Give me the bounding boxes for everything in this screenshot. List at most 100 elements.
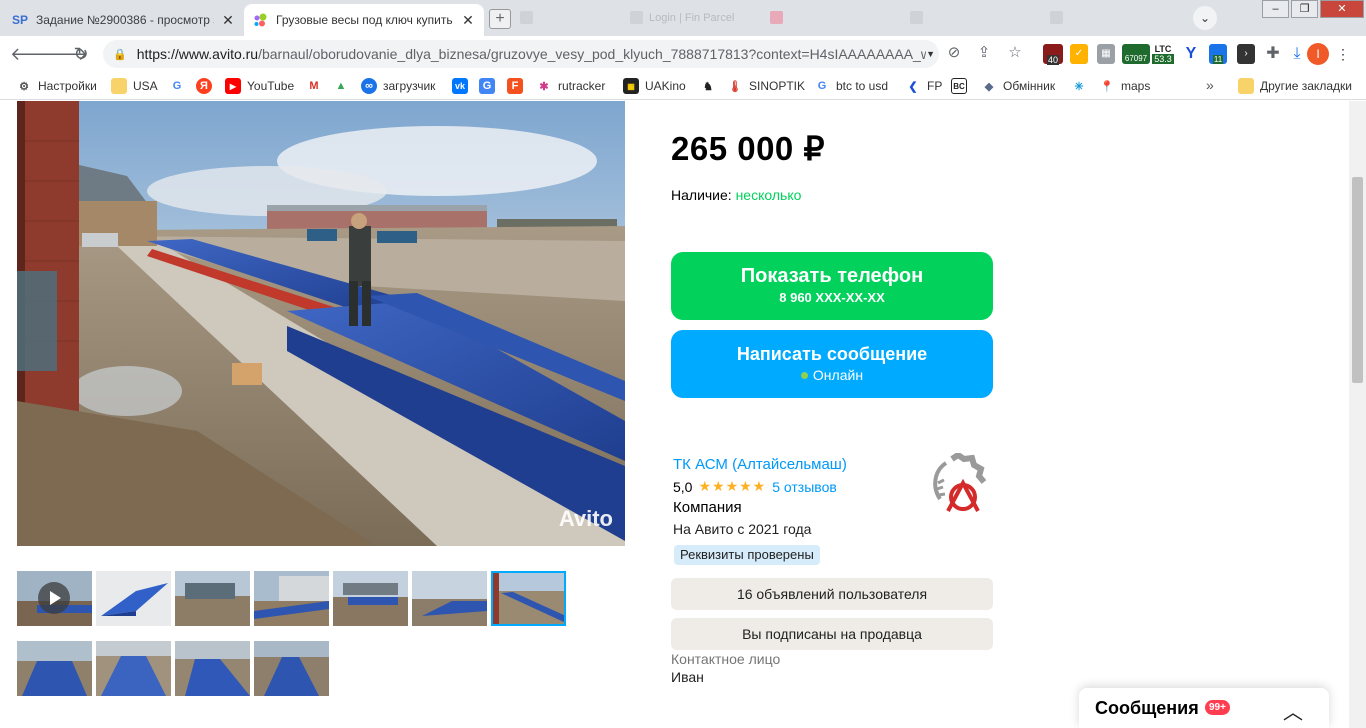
bookmark-bc[interactable]: BC <box>951 77 973 95</box>
bookmark-rutracker[interactable]: ✱ rutracker <box>536 77 605 95</box>
share-icon[interactable]: ⇪ <box>974 43 994 63</box>
subscribed-button[interactable]: Вы подписаны на продавца <box>671 618 993 650</box>
online-dot-icon <box>800 372 808 379</box>
thumbnail[interactable] <box>17 641 92 696</box>
extensions-puzzle-icon[interactable]: ✚ <box>1264 44 1282 64</box>
ext-btc-icon[interactable]: 67097 <box>1122 44 1150 64</box>
bookmark-label: SINOPTIK <box>749 79 806 93</box>
bookmark-label: загрузчик <box>383 79 436 93</box>
fp-icon: ❮ <box>908 80 918 93</box>
chevron-up-icon[interactable]: ︿ <box>1283 696 1303 725</box>
download-icon[interactable]: ⤓ <box>1288 44 1306 64</box>
tab-search-icon[interactable]: ⌄ <box>1193 6 1217 30</box>
bookmark-yandex[interactable]: Я <box>196 77 218 95</box>
seller-type: Компания <box>673 499 742 516</box>
messenger-title: Сообщения <box>1095 698 1199 718</box>
new-tab-button[interactable]: + <box>489 9 511 29</box>
bookmark-youtube[interactable]: ▶ YouTube <box>225 77 294 95</box>
url-dropdown-icon[interactable]: ▼ <box>926 49 935 59</box>
main-photo[interactable]: Avito <box>17 101 625 546</box>
bookmarks-bar: ⚙ Настройки USA G Я ▶ YouTube M ▲ ∞ загрузч… <box>0 72 1366 100</box>
back-icon[interactable]: 🡐 <box>10 42 58 66</box>
loop-icon: ∞ <box>361 78 377 94</box>
gear-icon: ⚙ <box>19 80 29 93</box>
thumbnail-image <box>333 571 408 626</box>
bookmark-other[interactable]: Другие закладки <box>1238 77 1352 95</box>
thumbnail[interactable] <box>175 641 250 696</box>
thumbnail[interactable] <box>96 641 171 696</box>
page-content: Avito 265 000 ₽ Наличие: несколько Показ… <box>0 101 1366 728</box>
bookmark-sinoptik[interactable]: 🌡 SINOPTIK <box>727 77 805 95</box>
ltc-label: LTC <box>1154 44 1172 54</box>
bookmark-google[interactable]: G <box>169 77 191 95</box>
thumbnail[interactable] <box>254 571 329 626</box>
tab-title: Грузовые весы под ключ купить <box>276 13 453 27</box>
thumbnail[interactable] <box>175 571 250 626</box>
ext-shield-icon[interactable]: ✓ <box>1070 44 1088 64</box>
ext-bag-icon[interactable]: ▦ <box>1097 44 1115 64</box>
bookmark-usa[interactable]: USA <box>111 77 158 95</box>
forward-icon[interactable]: 🡒 <box>40 42 88 66</box>
bookmark-vk[interactable]: vk <box>452 77 474 95</box>
bookmark-label: rutracker <box>558 79 606 93</box>
play-icon[interactable] <box>38 582 70 614</box>
close-tab-icon[interactable]: ✕ <box>460 12 476 28</box>
google-icon: G <box>172 80 182 92</box>
thumbnail-video[interactable] <box>17 571 92 626</box>
bookmark-star[interactable]: ✳ <box>1071 77 1093 95</box>
scrollbar-thumb[interactable] <box>1352 177 1363 383</box>
maximize-icon[interactable]: ❐ <box>1291 0 1318 18</box>
address-bar[interactable]: 🔒 https://www.avito.ru/barnaul/oborudova… <box>103 40 939 68</box>
thermometer-icon: 🌡 <box>728 80 742 93</box>
no-tracking-icon[interactable]: ⊘ <box>944 43 964 63</box>
bookmark-gmail[interactable]: M <box>306 77 328 95</box>
bookmark-label: UAKino <box>645 79 686 93</box>
write-message-button[interactable]: Написать сообщение Онлайн <box>671 330 993 398</box>
bookmark-uakino[interactable]: ▦ UAKino <box>623 77 686 95</box>
bookmark-figure[interactable]: ♞ <box>700 77 722 95</box>
minimize-icon[interactable]: – <box>1262 0 1289 18</box>
bookmarks-more-icon[interactable]: » <box>1206 77 1214 93</box>
ext-ltc-icon[interactable]: LTC 53.3 <box>1152 44 1174 64</box>
ext-terminal-icon[interactable]: › <box>1237 44 1255 64</box>
close-window-icon[interactable]: ✕ <box>1320 0 1364 18</box>
bookmark-star-icon[interactable]: ☆ <box>1005 43 1025 63</box>
tab-avito[interactable]: Грузовые весы под ключ купить ✕ <box>244 4 484 36</box>
bookmark-settings[interactable]: ⚙ Настройки <box>16 77 97 95</box>
thumbnail[interactable] <box>254 641 329 696</box>
chrome-menu-icon[interactable]: ⋮ <box>1334 44 1352 64</box>
ext-y-icon[interactable]: Y <box>1182 44 1200 64</box>
rutracker-icon: ✱ <box>539 80 549 93</box>
messenger-widget[interactable]: Сообщения 99+ ︿ <box>1079 688 1329 728</box>
bookmark-exchanger[interactable]: ◆ Обмінник <box>981 77 1055 95</box>
thumbnail[interactable] <box>412 571 487 626</box>
bookmark-drive[interactable]: ▲ <box>333 77 355 95</box>
thumbnail[interactable] <box>333 571 408 626</box>
tab-strip: SP Задание №2900386 - просмотр з ✕ Грузо… <box>0 0 1366 36</box>
reload-icon[interactable]: ↻ <box>69 42 93 66</box>
page-scrollbar[interactable] <box>1349 101 1366 728</box>
bookmark-btc[interactable]: Gbtc to usd <box>814 77 888 95</box>
thumbnail-image <box>96 641 171 696</box>
bookmark-f[interactable]: F <box>507 77 529 95</box>
close-tab-icon[interactable]: ✕ <box>220 12 236 28</box>
youtube-icon: ▶ <box>225 78 241 94</box>
user-ads-button[interactable]: 16 объявлений пользователя <box>671 578 993 610</box>
ext-ublock-icon[interactable]: 40 <box>1043 44 1063 65</box>
reviews-link[interactable]: 5 отзывов <box>772 479 837 495</box>
bookmark-label: YouTube <box>247 79 295 93</box>
profile-avatar[interactable]: I <box>1307 43 1329 65</box>
tab-task[interactable]: SP Задание №2900386 - просмотр з ✕ <box>4 4 244 36</box>
bookmark-maps[interactable]: 📍 maps <box>1099 77 1150 95</box>
bookmark-translate[interactable]: G <box>479 77 501 95</box>
bookmark-fp[interactable]: ❮ FP <box>905 77 942 95</box>
thumbnail[interactable] <box>96 571 171 626</box>
bookmark-label: FP <box>927 79 943 93</box>
ext-user-icon[interactable]: 11 <box>1209 44 1227 64</box>
bookmark-loader[interactable]: ∞ загрузчик <box>361 77 435 95</box>
gmail-icon: M <box>309 80 319 92</box>
show-phone-button[interactable]: Показать телефон 8 960 XXX-XX-XX <box>671 252 993 320</box>
seller-logo-icon[interactable] <box>930 451 988 513</box>
seller-name-link[interactable]: ТК АСМ (Алтайсельмаш) <box>673 456 847 473</box>
thumbnail-selected[interactable] <box>491 571 566 626</box>
